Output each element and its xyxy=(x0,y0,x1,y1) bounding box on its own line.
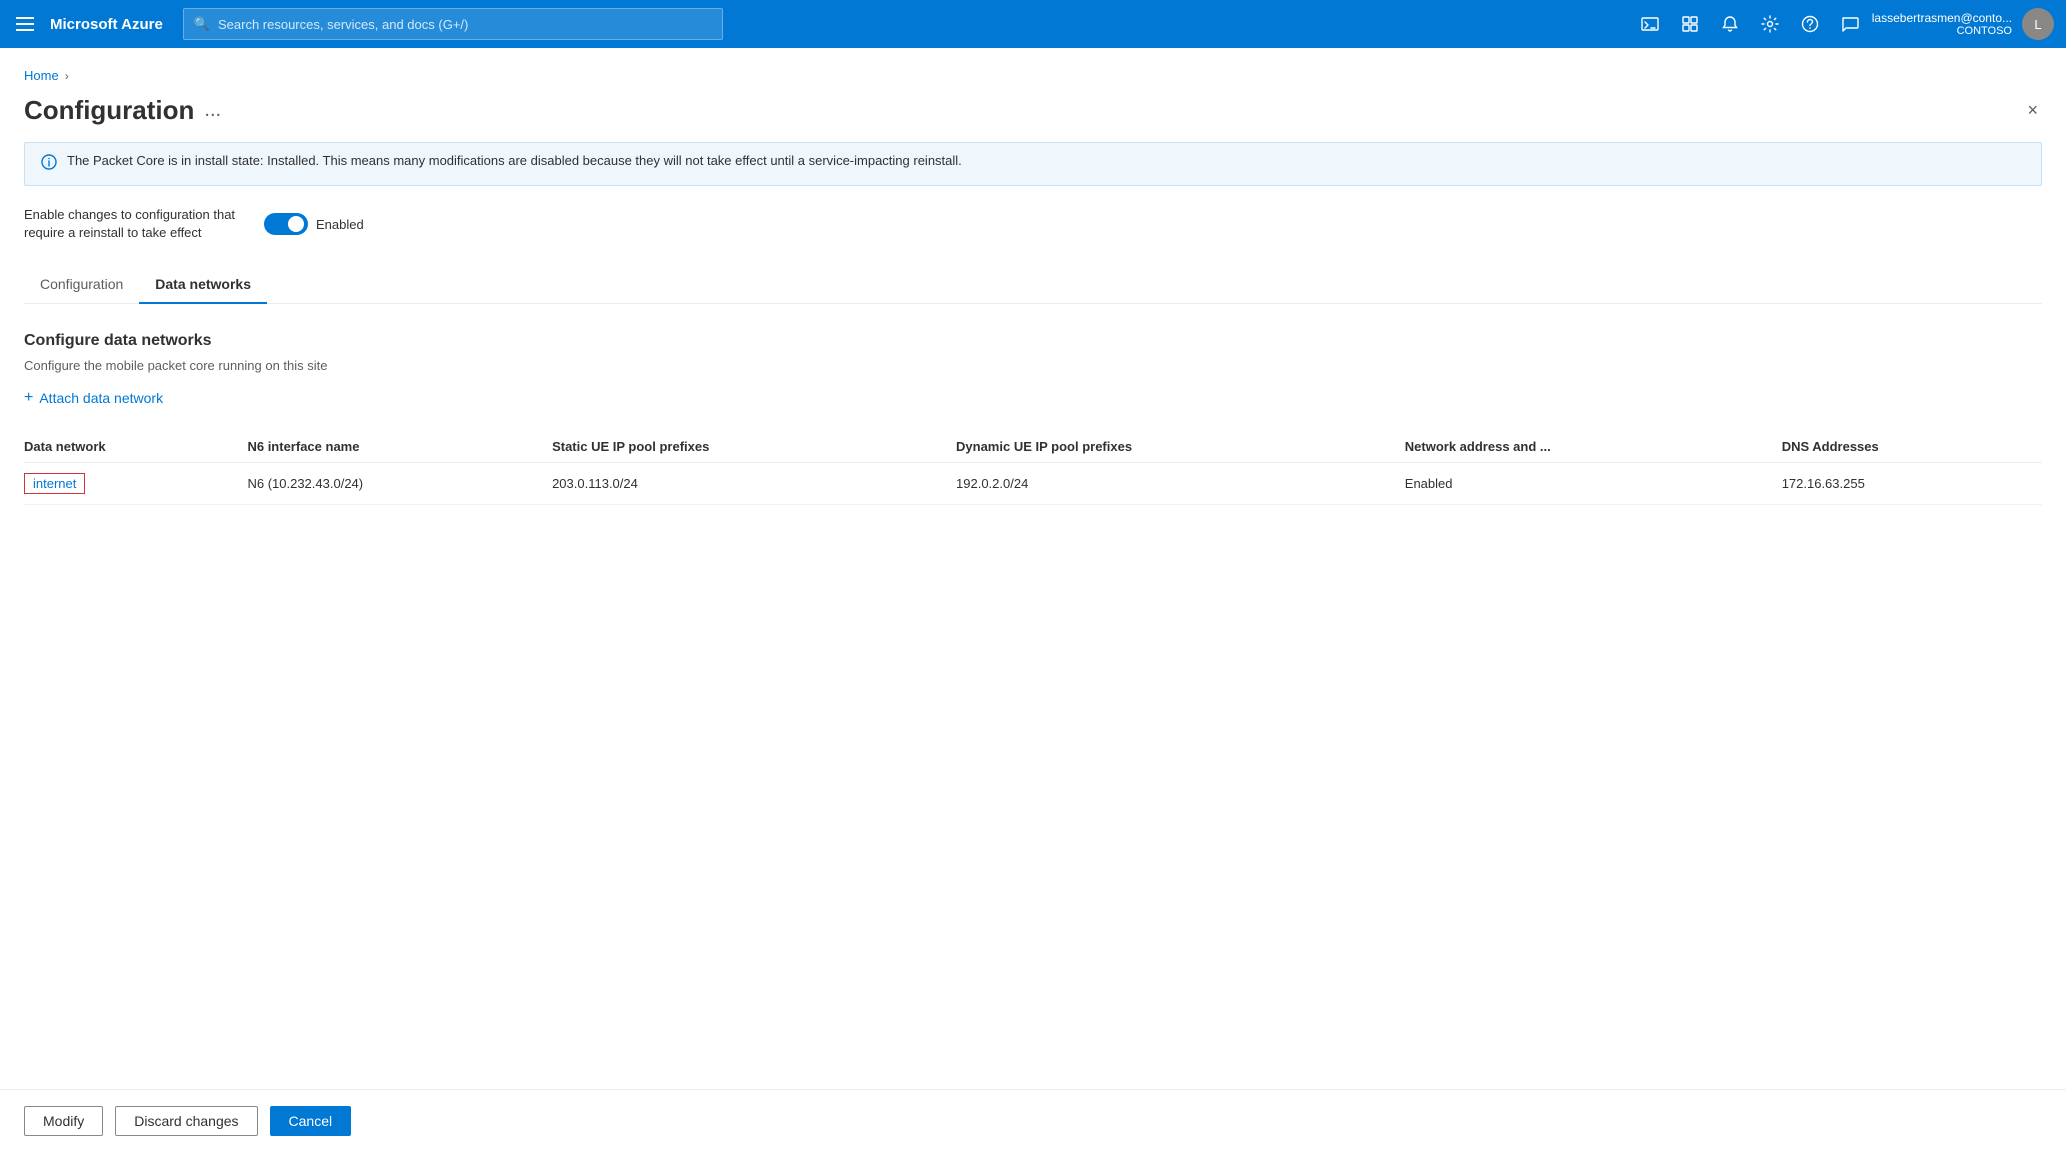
table-header-row: Data network N6 interface name Static UE… xyxy=(24,431,2042,463)
tab-data-networks[interactable]: Data networks xyxy=(139,266,267,304)
plus-icon: + xyxy=(24,389,33,407)
cell-dynamic-ue-ip: 192.0.2.0/24 xyxy=(956,463,1405,505)
more-options-icon[interactable]: ... xyxy=(204,99,221,122)
configure-section: Configure data networks Configure the mo… xyxy=(24,332,2042,505)
feedback-icon[interactable] xyxy=(1832,6,1868,42)
section-desc: Configure the mobile packet core running… xyxy=(24,358,2042,373)
avatar[interactable]: L xyxy=(2022,8,2054,40)
toggle-state-label: Enabled xyxy=(316,217,364,232)
cell-data-network: internet xyxy=(24,463,247,505)
col-data-network: Data network xyxy=(24,431,247,463)
col-dynamic-ue-ip: Dynamic UE IP pool prefixes xyxy=(956,431,1405,463)
discard-changes-button[interactable]: Discard changes xyxy=(115,1106,257,1136)
breadcrumb: Home › xyxy=(24,68,2042,83)
cell-dns-addresses: 172.16.63.255 xyxy=(1782,463,2042,505)
breadcrumb-separator: › xyxy=(65,69,69,83)
page-title: Configuration xyxy=(24,95,194,126)
attach-data-network-button[interactable]: + Attach data network xyxy=(24,389,163,407)
tab-configuration[interactable]: Configuration xyxy=(24,266,139,304)
page-title-row: Configuration ... xyxy=(24,95,221,126)
banner-text: The Packet Core is in install state: Ins… xyxy=(67,153,962,168)
footer: Modify Discard changes Cancel xyxy=(0,1089,2066,1152)
info-icon xyxy=(41,154,57,175)
col-static-ue-ip: Static UE IP pool prefixes xyxy=(552,431,956,463)
attach-label: Attach data network xyxy=(39,390,163,406)
col-dns-addresses: DNS Addresses xyxy=(1782,431,2042,463)
tabs: Configuration Data networks xyxy=(24,266,2042,304)
modify-button[interactable]: Modify xyxy=(24,1106,103,1136)
hamburger-menu[interactable] xyxy=(12,13,38,35)
section-title: Configure data networks xyxy=(24,332,2042,350)
azure-logo: Microsoft Azure xyxy=(50,16,163,33)
nav-icons: lassebertrasmen@conto... CONTOSO L xyxy=(1632,6,2054,42)
table-row: internet N6 (10.232.43.0/24) 203.0.113.0… xyxy=(24,463,2042,505)
main-content: Home › Configuration ... × The Packet Co… xyxy=(0,48,2066,525)
info-banner: The Packet Core is in install state: Ins… xyxy=(24,142,2042,186)
settings-icon[interactable] xyxy=(1752,6,1788,42)
notifications-icon[interactable] xyxy=(1712,6,1748,42)
search-bar[interactable]: 🔍 xyxy=(183,8,723,40)
cell-n6-interface: N6 (10.232.43.0/24) xyxy=(247,463,552,505)
search-icon: 🔍 xyxy=(194,16,210,32)
data-networks-table: Data network N6 interface name Static UE… xyxy=(24,431,2042,505)
search-input[interactable] xyxy=(218,17,712,32)
toggle-label: Enable changes to configuration that req… xyxy=(24,206,244,242)
cell-static-ue-ip: 203.0.113.0/24 xyxy=(552,463,956,505)
cell-network-address: Enabled xyxy=(1405,463,1782,505)
toggle-knob xyxy=(288,216,304,232)
top-navigation: Microsoft Azure 🔍 lassebertrasmen@conto.… xyxy=(0,0,2066,48)
breadcrumb-home[interactable]: Home xyxy=(24,68,59,83)
page-header: Configuration ... × xyxy=(24,95,2042,126)
enable-changes-toggle[interactable] xyxy=(264,213,308,235)
help-icon[interactable] xyxy=(1792,6,1828,42)
col-n6-interface: N6 interface name xyxy=(247,431,552,463)
cloud-shell-icon[interactable] xyxy=(1632,6,1668,42)
internet-link[interactable]: internet xyxy=(24,473,85,494)
close-button[interactable]: × xyxy=(2023,96,2042,125)
user-info[interactable]: lassebertrasmen@conto... CONTOSO xyxy=(1872,11,2012,37)
toggle-container: Enabled xyxy=(264,213,364,235)
cancel-button[interactable]: Cancel xyxy=(270,1106,352,1136)
toggle-row: Enable changes to configuration that req… xyxy=(24,206,2042,242)
col-network-address: Network address and ... xyxy=(1405,431,1782,463)
portal-menu-icon[interactable] xyxy=(1672,6,1708,42)
